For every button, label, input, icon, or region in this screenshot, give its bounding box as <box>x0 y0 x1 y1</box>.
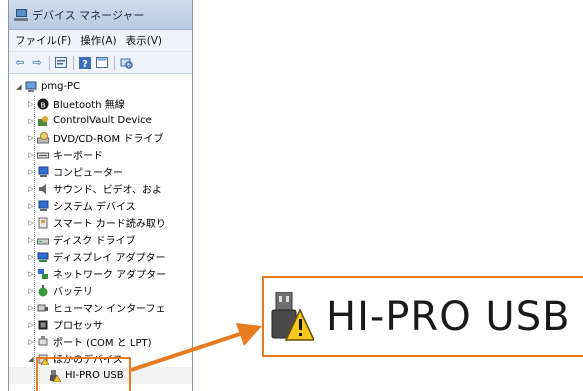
usb-warning-icon <box>270 291 316 342</box>
zoom-label: HI-PRO USB <box>326 293 571 340</box>
zoom-callout: HI-PRO USB <box>262 276 583 357</box>
